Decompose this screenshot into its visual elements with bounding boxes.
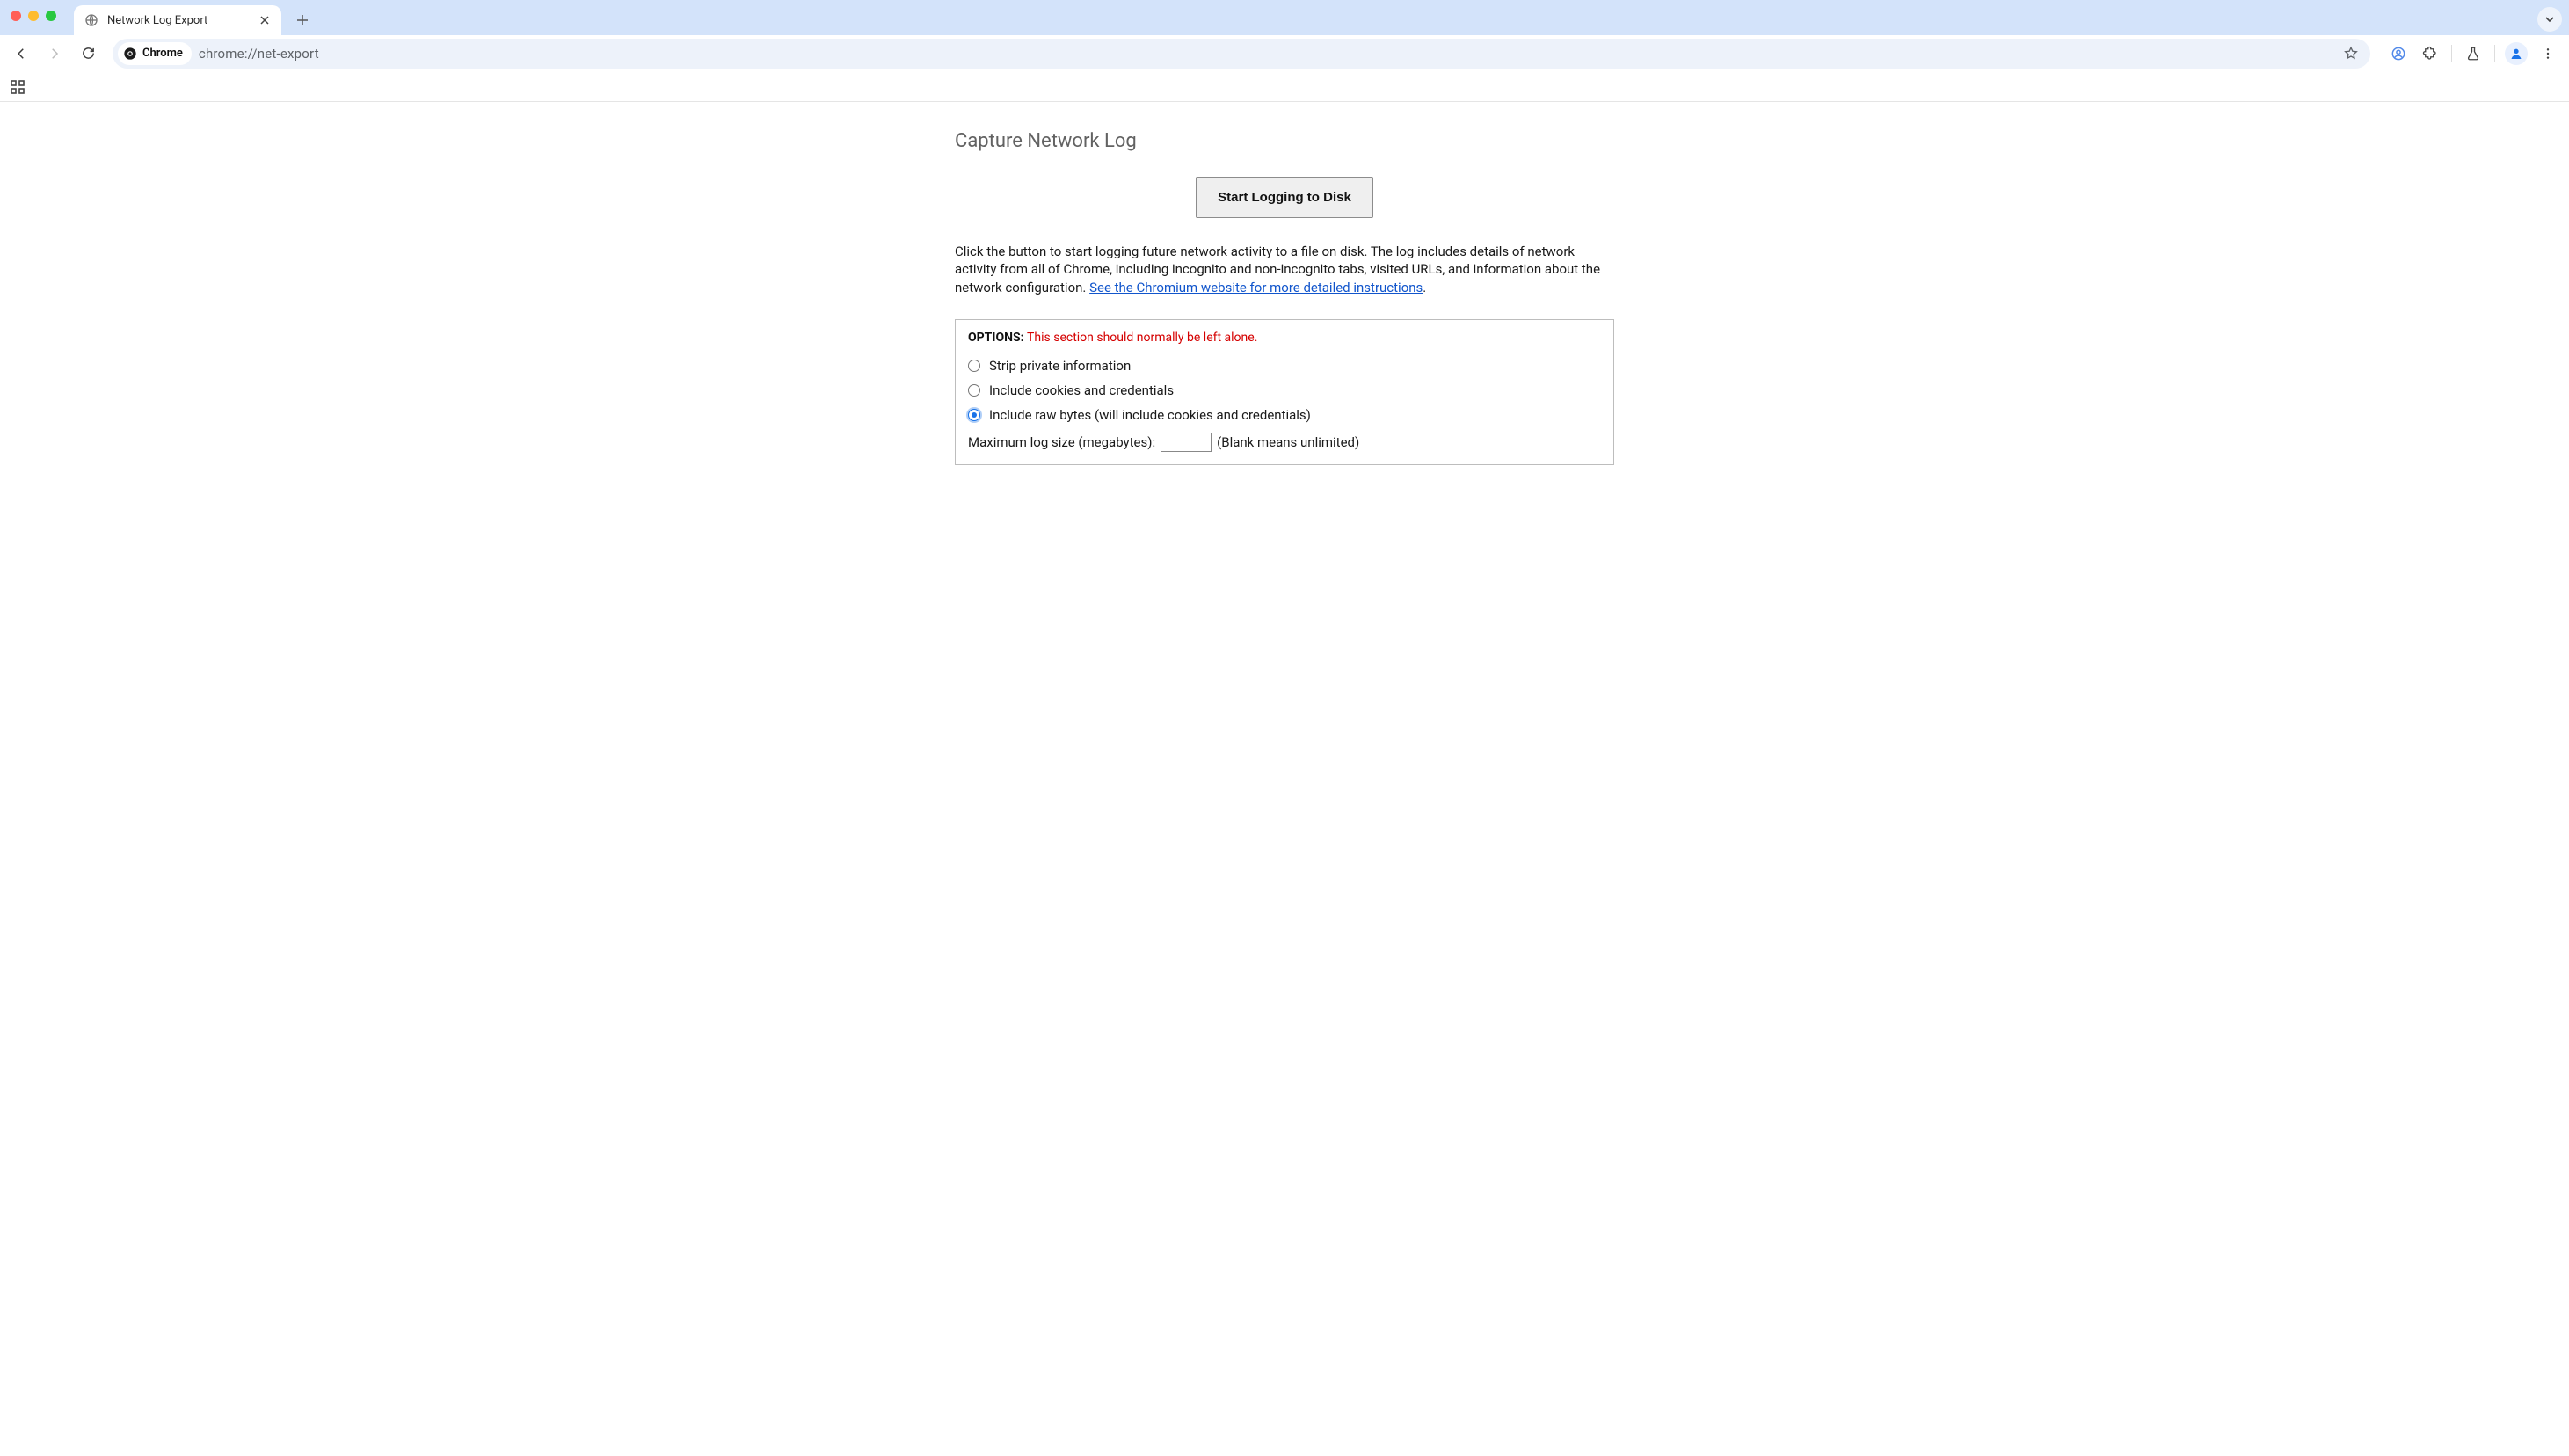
bookmarks-bar	[0, 72, 2569, 102]
page-title: Capture Network Log	[955, 130, 1614, 152]
site-chip-label: Chrome	[142, 47, 183, 60]
options-fieldset: OPTIONS: This section should normally be…	[955, 319, 1614, 465]
options-label-colon: :	[1021, 331, 1027, 345]
close-window-button[interactable]	[11, 11, 21, 21]
tab-search-button[interactable]	[2537, 7, 2562, 32]
apps-grid-icon[interactable]	[7, 76, 28, 98]
radio-include-raw-bytes[interactable]: Include raw bytes (will include cookies …	[968, 403, 1601, 427]
extensions-puzzle-icon[interactable]	[2416, 40, 2444, 68]
options-label: OPTIONS	[968, 331, 1021, 345]
browser-tab[interactable]: Network Log Export	[74, 5, 281, 35]
options-header: OPTIONS: This section should normally be…	[968, 331, 1601, 345]
radio-input[interactable]	[968, 409, 980, 421]
avatar-icon	[2505, 42, 2528, 65]
reload-button[interactable]	[74, 40, 102, 68]
radio-input[interactable]	[968, 384, 980, 397]
labs-flask-icon[interactable]	[2459, 40, 2487, 68]
browser-window: Network Log Export Chrome	[0, 0, 2569, 1456]
page-content: Capture Network Log Start Logging to Dis…	[0, 102, 2569, 1456]
toolbar-divider	[2451, 45, 2452, 62]
toolbar: Chrome chrome://net-export	[0, 35, 2569, 72]
toolbar-divider	[2494, 45, 2495, 62]
radio-input[interactable]	[968, 360, 980, 372]
back-button[interactable]	[7, 40, 35, 68]
globe-icon	[84, 13, 98, 27]
forward-button[interactable]	[40, 40, 69, 68]
close-tab-button[interactable]	[258, 14, 271, 26]
max-log-size-row: Maximum log size (megabytes): (Blank mea…	[968, 427, 1601, 452]
address-bar[interactable]: Chrome chrome://net-export	[113, 39, 2370, 69]
radio-strip-private[interactable]: Strip private information	[968, 353, 1601, 378]
chrome-logo-icon	[123, 47, 137, 61]
window-controls	[11, 11, 56, 21]
radio-label: Strip private information	[989, 358, 1131, 374]
toolbar-right	[2384, 40, 2562, 68]
radio-include-cookies[interactable]: Include cookies and credentials	[968, 378, 1601, 403]
description-text-suffix: .	[1423, 280, 1426, 295]
tab-strip: Network Log Export	[0, 0, 2569, 35]
bookmark-star-button[interactable]	[2337, 40, 2365, 68]
radio-label: Include raw bytes (will include cookies …	[989, 407, 1311, 423]
options-warning: This section should normally be left alo…	[1027, 331, 1257, 345]
max-log-size-input[interactable]	[1161, 433, 1212, 452]
account-sync-icon[interactable]	[2384, 40, 2413, 68]
url-text: chrome://net-export	[199, 46, 319, 62]
kebab-menu-button[interactable]	[2534, 40, 2562, 68]
tab-title: Network Log Export	[107, 14, 207, 27]
maximize-window-button[interactable]	[46, 11, 56, 21]
new-tab-button[interactable]	[290, 8, 315, 33]
radio-label: Include cookies and credentials	[989, 382, 1174, 398]
minimize-window-button[interactable]	[28, 11, 39, 21]
profile-button[interactable]	[2502, 40, 2530, 68]
max-log-size-label: Maximum log size (megabytes):	[968, 434, 1155, 450]
site-info-chip[interactable]: Chrome	[118, 42, 192, 65]
max-log-size-hint: (Blank means unlimited)	[1217, 434, 1359, 450]
description-paragraph: Click the button to start logging future…	[955, 243, 1614, 296]
start-logging-button[interactable]: Start Logging to Disk	[1196, 177, 1373, 218]
instructions-link[interactable]: See the Chromium website for more detail…	[1089, 280, 1423, 295]
